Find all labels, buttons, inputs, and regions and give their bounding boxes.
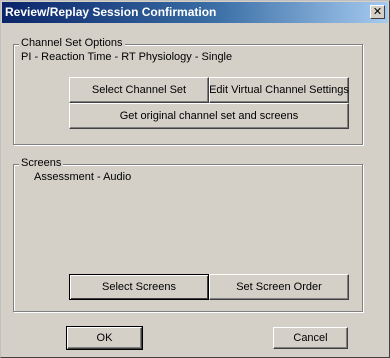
get-original-channel-set-label: Get original channel set and screens — [119, 110, 299, 122]
window-title: Review/Replay Session Confirmation — [5, 5, 217, 19]
session-confirmation-dialog: Review/Replay Session Confirmation ✕ Cha… — [0, 0, 390, 358]
cancel-button[interactable]: Cancel — [273, 327, 348, 349]
close-icon: ✕ — [372, 6, 383, 18]
close-button[interactable]: ✕ — [370, 5, 385, 19]
edit-virtual-channel-settings-label: Edit Virtual Channel Settings — [209, 84, 349, 96]
select-channel-set-label: Select Channel Set — [91, 84, 187, 96]
set-screen-order-button[interactable]: Set Screen Order — [209, 274, 349, 300]
cancel-label: Cancel — [293, 332, 328, 344]
screens-group: Screens Assessment - Audio Select Screen… — [13, 157, 363, 312]
channel-set-options-legend: Channel Set Options — [19, 37, 125, 49]
set-screen-order-label: Set Screen Order — [236, 281, 322, 293]
get-original-channel-set-button[interactable]: Get original channel set and screens — [69, 103, 349, 129]
select-screens-button[interactable]: Select Screens — [69, 274, 209, 300]
title-bar: Review/Replay Session Confirmation ✕ — [2, 2, 388, 23]
channel-set-options-group: Channel Set Options PI - Reaction Time -… — [13, 37, 363, 145]
ok-label: OK — [96, 332, 113, 344]
ok-button[interactable]: OK — [66, 326, 143, 350]
channel-set-value: PI - Reaction Time - RT Physiology - Sin… — [21, 51, 233, 63]
screens-legend: Screens — [19, 157, 64, 169]
select-channel-set-button[interactable]: Select Channel Set — [69, 77, 209, 103]
edit-virtual-channel-settings-button[interactable]: Edit Virtual Channel Settings — [209, 77, 349, 103]
screens-value: Assessment - Audio — [34, 171, 132, 183]
select-screens-label: Select Screens — [102, 281, 176, 293]
